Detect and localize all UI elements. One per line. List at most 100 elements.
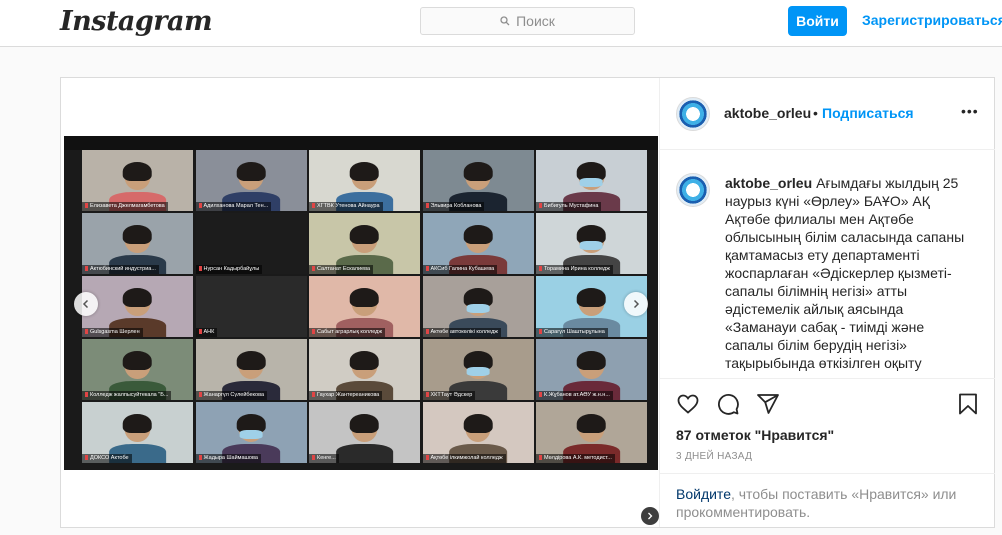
participant-tile: Эльвира Кобланова <box>422 150 534 211</box>
participant-name: Жадыра Шаймашова <box>195 454 261 463</box>
participant-tile: Жанаргүл Сүлейбекова <box>195 339 307 400</box>
carousel-dot <box>347 510 353 516</box>
participant-name: ДОКСО Актобе <box>82 454 132 463</box>
carousel-dot <box>327 510 333 516</box>
login-button[interactable]: Войти <box>788 6 847 36</box>
participant-name-text: Сарагүл Шаштырұлына <box>544 329 605 335</box>
participant-tile: Мөлдірова А.К. методист... <box>536 402 647 463</box>
carousel-dot <box>387 510 393 516</box>
post-username[interactable]: aktobe_orleu <box>724 105 811 121</box>
muted-mic-icon <box>198 203 202 209</box>
participant-name-text: Салтанат Ескалиева <box>317 266 371 272</box>
bookmark-icon[interactable] <box>956 392 980 421</box>
avatar[interactable] <box>676 173 710 207</box>
share-icon[interactable] <box>756 392 780 421</box>
participant-name: Колледж жалпысуйтекала "Б... <box>82 391 172 400</box>
muted-mic-icon <box>425 266 429 272</box>
participant-name-text: АКСиб Галина Кубашева <box>430 266 495 272</box>
login-prompt: Войдите, чтобы поставить «Нравится» или … <box>660 473 995 521</box>
participant-name-text: Колледж жалпысуйтекала "Б... <box>90 392 169 398</box>
participant-name: Сабыт аграрлық колледж <box>309 328 386 337</box>
participant-tile: Елизавета Джелмагамбетова <box>82 150 193 211</box>
muted-mic-icon <box>425 392 429 398</box>
participant-tile: Актөбе автокөлікі колледж <box>422 276 534 337</box>
muted-mic-icon <box>198 455 202 461</box>
signup-link[interactable]: Зарегистрироваться <box>862 12 1002 28</box>
participant-tile: Кенге... <box>309 402 420 463</box>
participant-tile: Нурсан Кадырбайұлы <box>195 213 307 274</box>
carousel-prev-button[interactable] <box>74 292 98 316</box>
caption-text: Ағымдағы жылдың 25 наурыз күні «Өрлеу» Б… <box>725 175 965 371</box>
muted-mic-icon <box>539 266 542 272</box>
participant-name-text: Адилханова Марал Тен... <box>203 203 269 209</box>
participants-grid: Елизавета Джелмагамбетова Адилханова Мара… <box>82 150 647 468</box>
muted-mic-icon <box>539 392 542 398</box>
participant-name-text: Елизавета Джелмагамбетова <box>90 203 165 209</box>
video-conference-screenshot[interactable]: Елизавета Джелмагамбетова Адилханова Мара… <box>64 136 659 525</box>
participant-name: Актөбе автокөлікі колледж <box>422 328 501 337</box>
participant-name-text: АНК <box>203 329 215 335</box>
post-date[interactable]: 3 ДНЕЙ НАЗАД <box>676 451 752 462</box>
caption-username[interactable]: aktobe_orleu <box>725 175 812 191</box>
carousel-indicator <box>327 510 393 516</box>
participant-name-text: Гаухар Жантереаникова <box>317 392 380 398</box>
participant-name: АКСиб Галина Кубашева <box>422 265 498 274</box>
search-input[interactable]: Поиск <box>420 7 635 35</box>
participant-tile: Ақтөбе ілкимжолай колледж <box>422 402 534 463</box>
participant-name-text: Кенге... <box>317 455 336 461</box>
heart-icon[interactable] <box>676 392 700 421</box>
conference-toolbar <box>64 136 658 150</box>
participant-name: Салтанат Ескалиева <box>309 265 374 274</box>
chevron-right-icon <box>633 299 640 309</box>
participant-tile: АКСиб Галина Кубашева <box>422 213 534 274</box>
participant-name: Бибигуль Мустафина <box>536 202 602 211</box>
likes-count[interactable]: 87 отметок "Нравится" <box>676 427 834 443</box>
participant-name-text: Актюбинский индустриа... <box>90 266 156 272</box>
participant-name: Актюбинский индустриа... <box>82 265 159 274</box>
follow-button[interactable]: Подписаться <box>822 105 914 121</box>
search-placeholder: Поиск <box>516 13 555 29</box>
participant-tile: Адилханова Марал Тен... <box>195 150 307 211</box>
post-media: Елизавета Джелмагамбетова Адилханова Мара… <box>61 78 659 527</box>
participant-name: Кенге... <box>309 454 339 463</box>
carousel-dot <box>367 510 373 516</box>
comment-icon[interactable] <box>716 392 740 421</box>
participant-name-text: ХГТВК Утенова Айнаура <box>317 203 380 209</box>
participant-name: Gulsgasmа Шерлен <box>82 328 143 337</box>
participant-name-text: Жанаргүл Сүлейбекова <box>203 392 265 398</box>
muted-mic-icon <box>539 455 542 461</box>
conference-next-page-icon[interactable] <box>641 507 659 525</box>
participant-name-text: Ақтөбе ілкимжолай колледж <box>430 455 503 461</box>
participant-name: Торамина Ирина колледж <box>536 265 613 274</box>
carousel-dot <box>357 510 363 516</box>
participant-name-text: Торамина Ирина колледж <box>544 266 610 272</box>
participant-name: Мөлдірова А.К. методист... <box>536 454 615 463</box>
instagram-logo[interactable]: Instagram <box>60 6 213 37</box>
participant-name: Жанаргүл Сүлейбекова <box>195 391 268 400</box>
muted-mic-icon <box>425 203 429 209</box>
login-prompt-link[interactable]: Войдите <box>676 486 731 502</box>
participant-tile: Актюбинский индустриа... <box>82 213 193 274</box>
post-actions: 87 отметок "Нравится" 3 ДНЕЙ НАЗАД Войди… <box>660 378 995 527</box>
more-options-icon[interactable]: ••• <box>961 103 979 119</box>
muted-mic-icon <box>312 266 315 272</box>
participant-tile: ХГТВК Утенова Айнаура <box>309 150 420 211</box>
carousel-next-button[interactable] <box>624 292 648 316</box>
participant-tile: Сабыт аграрлық колледж <box>309 276 420 337</box>
participant-tile: ДОКСО Актобе <box>82 402 193 463</box>
muted-mic-icon <box>312 392 315 398</box>
muted-mic-icon <box>85 266 88 272</box>
participant-name: Адилханова Марал Тен... <box>195 202 272 211</box>
muted-mic-icon <box>312 203 315 209</box>
participant-tile: Бибигуль Мустафина <box>536 150 647 211</box>
avatar[interactable] <box>676 97 710 131</box>
participant-tile: АНК <box>195 276 307 337</box>
muted-mic-icon <box>312 329 315 335</box>
participant-name: Ақтөбе ілкимжолай колледж <box>422 454 506 463</box>
muted-mic-icon <box>85 329 88 335</box>
participant-name-text: Нурсан Кадырбайұлы <box>203 266 260 272</box>
post-card: Елизавета Джелмагамбетова Адилханова Мара… <box>60 77 995 528</box>
participant-name-text: Бибигуль Мустафина <box>544 203 599 209</box>
participant-tile: Торамина Ирина колледж <box>536 213 647 274</box>
participant-tile: ХКТТаут Әдскер <box>422 339 534 400</box>
